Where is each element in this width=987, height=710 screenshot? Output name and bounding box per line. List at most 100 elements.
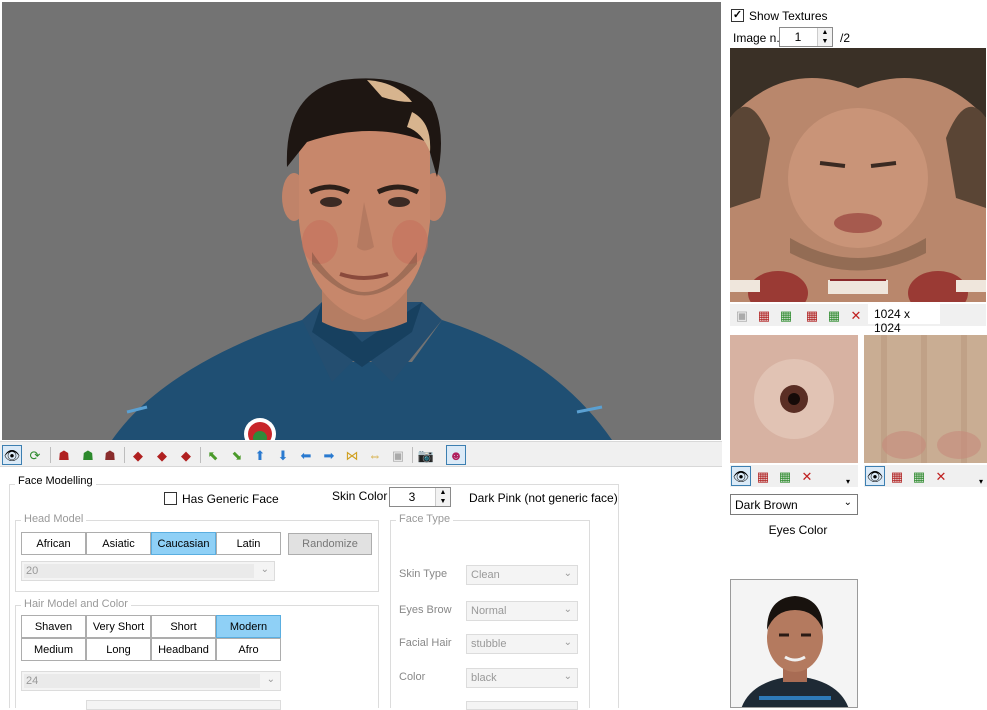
eyes-brow-label: Eyes Brow [399, 604, 452, 616]
spin-arrows-icon[interactable]: ▲ ▼ [435, 488, 450, 506]
hair-export-icon[interactable]: ◆ [128, 445, 148, 465]
eye-icon[interactable]: 👁 [731, 466, 751, 486]
hair-long-button[interactable]: Long [86, 638, 151, 661]
hair-model-select[interactable]: 24 ⌄ [21, 671, 281, 691]
player-photo [730, 579, 858, 708]
delete-icon[interactable]: ✕ [797, 466, 817, 486]
hair-color-select[interactable] [86, 700, 281, 710]
head-delete-icon[interactable]: ☗ [100, 445, 120, 465]
export-icon[interactable]: ▦ [754, 305, 774, 325]
eye-texture-preview[interactable] [730, 335, 858, 463]
expand-icon[interactable]: ⇔ [365, 445, 385, 465]
eyes-color-value: Dark Brown [735, 498, 798, 512]
skin-type-label: Skin Type [399, 568, 448, 580]
hair-import-icon[interactable]: ◆ [152, 445, 172, 465]
skin-color-description: Dark Pink (not generic face) [469, 491, 618, 505]
face-texture-toolbar: ▣ ▦ ▦ ▦ ▦ ✕ 1024 x 1024 [730, 304, 986, 335]
export-all-icon[interactable]: ▦ [802, 305, 822, 325]
image-total: /2 [840, 31, 851, 45]
import-icon[interactable]: ▦ [775, 466, 795, 486]
hair-very-short-button[interactable]: Very Short [86, 615, 151, 638]
face-icon[interactable]: ☻ [446, 445, 466, 465]
eyes-color-label: Eyes Color [768, 523, 828, 537]
delete-icon[interactable]: ✕ [846, 305, 866, 325]
arrow-down-right-icon[interactable]: ⬊ [227, 445, 247, 465]
skin-type-select[interactable]: Clean ⌄ [466, 565, 578, 585]
head-model-select[interactable]: 20 ⌄ [21, 561, 275, 581]
eye-icon[interactable]: 👁 [865, 466, 885, 486]
eye-texture-image [730, 335, 858, 463]
head-model-title: Head Model [21, 513, 87, 525]
skin-type-value: Clean [471, 569, 500, 581]
save-icon[interactable]: ▣ [732, 305, 752, 325]
contract-icon[interactable]: ⋈ [342, 445, 362, 465]
head-caucasian-button[interactable]: Caucasian [151, 532, 216, 555]
face-texture-image [730, 48, 986, 302]
face-texture-preview[interactable] [730, 48, 986, 302]
eyes-color-select[interactable]: Dark Brown ⌄ [730, 494, 858, 515]
export-icon[interactable]: ▦ [753, 466, 773, 486]
chevron-down-icon: ⌄ [563, 568, 572, 579]
player-head-render [112, 78, 612, 440]
chevron-down-icon: ⌄ [843, 497, 852, 508]
image-n-spinner[interactable]: 1 ▲ ▼ [779, 27, 833, 47]
dropdown-icon[interactable]: ▾ [979, 477, 983, 486]
head-african-button[interactable]: African [21, 532, 86, 555]
eye-icon[interactable]: 👁 [2, 445, 22, 465]
hair-delete-icon[interactable]: ◆ [176, 445, 196, 465]
has-generic-face-checkbox[interactable] [164, 492, 177, 505]
show-textures-checkbox[interactable]: ✓ [731, 9, 744, 22]
import-all-icon[interactable]: ▦ [824, 305, 844, 325]
head-asiatic-button[interactable]: Asiatic [86, 532, 151, 555]
dropdown-icon[interactable]: ▾ [846, 477, 850, 486]
import-icon[interactable]: ▦ [776, 305, 796, 325]
hair-headband-button[interactable]: Headband [151, 638, 216, 661]
chevron-down-icon: ⌄ [260, 564, 269, 575]
facial-hair-color-label: Color [399, 671, 426, 683]
arrow-up-icon[interactable]: ⬆ [250, 445, 270, 465]
facial-hair-color-select[interactable]: black ⌄ [466, 668, 578, 688]
style-select[interactable] [466, 701, 578, 710]
skin-color-label: Skin Color [332, 489, 388, 503]
image-n-value: 1 [794, 30, 802, 44]
facial-hair-color-value: black [471, 672, 497, 684]
3d-viewport[interactable] [2, 2, 721, 440]
facial-hair-select[interactable]: stubble ⌄ [466, 634, 578, 654]
show-textures-label: Show Textures [749, 9, 828, 23]
head-export-icon[interactable]: ☗ [54, 445, 74, 465]
body-texture-image [864, 335, 987, 463]
face-type-title: Face Type [396, 513, 454, 525]
save-icon[interactable]: ▣ [388, 445, 408, 465]
head-import-icon[interactable]: ☗ [78, 445, 98, 465]
arrow-right-icon[interactable]: ➡ [319, 445, 339, 465]
arrow-down-icon[interactable]: ⬇ [273, 445, 293, 465]
hair-short-button[interactable]: Short [151, 615, 216, 638]
import-icon[interactable]: ▦ [909, 466, 929, 486]
spin-arrows-icon[interactable]: ▲ ▼ [817, 28, 832, 46]
camera-icon[interactable]: 📷 [416, 445, 436, 465]
hair-modern-button[interactable]: Modern [216, 615, 281, 638]
head-model-value: 20 [26, 565, 39, 577]
head-model-group [15, 520, 379, 592]
hair-medium-button[interactable]: Medium [21, 638, 86, 661]
viewport-toolbar: 👁 ⟳ ☗ ☗ ☗ ◆ ◆ ◆ ⬉ ⬊ ⬆ ⬇ ⬅ ➡ ⋈ ⇔ ▣ 📷 ☻ [0, 441, 722, 467]
refresh-icon[interactable]: ⟳ [25, 445, 45, 465]
skin-color-spinner[interactable]: 3 ▲ ▼ [389, 487, 451, 507]
face-modelling-title: Face Modelling [15, 475, 96, 487]
body-texture-preview[interactable] [864, 335, 987, 463]
eyes-brow-select[interactable]: Normal ⌄ [466, 601, 578, 621]
skin-color-value: 3 [408, 490, 416, 504]
facial-hair-value: stubble [471, 638, 507, 650]
has-generic-face-label: Has Generic Face [182, 492, 279, 506]
hair-afro-button[interactable]: Afro [216, 638, 281, 661]
export-icon[interactable]: ▦ [887, 466, 907, 486]
hair-model-value: 24 [26, 675, 39, 687]
hair-shaven-button[interactable]: Shaven [21, 615, 86, 638]
texture-size: 1024 x 1024 [868, 304, 940, 335]
body-texture-toolbar: 👁 ▦ ▦ ✕ ▾ [864, 465, 987, 487]
head-latin-button[interactable]: Latin [216, 532, 281, 555]
randomize-button[interactable]: Randomize [288, 533, 372, 555]
delete-icon[interactable]: ✕ [931, 466, 951, 486]
arrow-left-icon[interactable]: ⬅ [296, 445, 316, 465]
arrow-up-left-icon[interactable]: ⬉ [203, 445, 223, 465]
